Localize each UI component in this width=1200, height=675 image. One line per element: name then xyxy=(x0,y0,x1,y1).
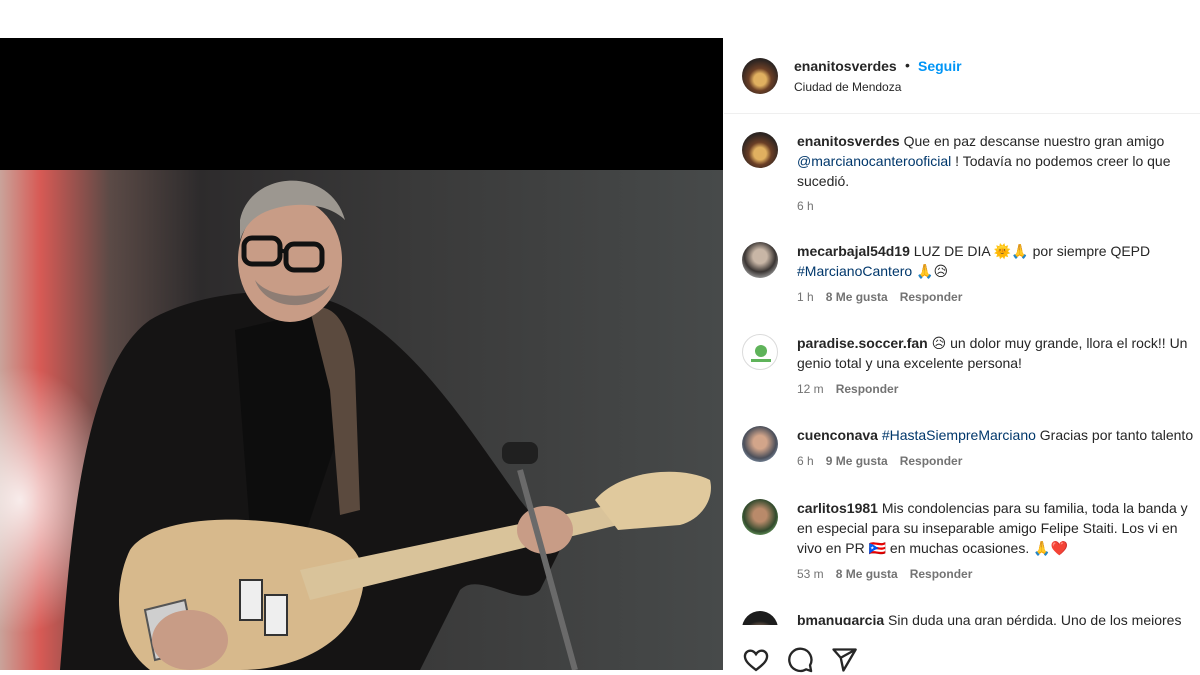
post-photo xyxy=(0,170,723,670)
post-media[interactable] xyxy=(0,38,723,670)
comment-text: LUZ DE DIA 🌞🙏 por siempre QEPD xyxy=(913,243,1151,259)
comment-text-3: vivo en PR 🇵🇷 en muchas ocasiones. 🙏❤️ xyxy=(797,540,1068,556)
author-avatar[interactable] xyxy=(742,58,778,94)
comment-line-1: bmanugarcia Sin duda una gran pérdida. U… xyxy=(797,610,1181,625)
comment-text-2: genio total y una excelente persona! xyxy=(797,355,1022,371)
author-username[interactable]: enanitosverdes xyxy=(794,58,897,74)
comment-line-2: #MarcianoCantero 🙏😥 xyxy=(797,261,948,281)
reply-button[interactable]: Responder xyxy=(836,382,899,396)
post-location[interactable]: Ciudad de Mendoza xyxy=(794,80,901,94)
comment-avatar[interactable] xyxy=(742,499,778,535)
reply-button[interactable]: Responder xyxy=(900,454,963,468)
soccer-logo-icon xyxy=(751,345,771,362)
comment-time: 53 m xyxy=(797,567,824,581)
comment-avatar[interactable] xyxy=(742,611,778,625)
comment-avatar[interactable] xyxy=(742,334,778,370)
comment-line-1: paradise.soccer.fan 😥 un dolor muy grand… xyxy=(797,333,1187,353)
comment-username[interactable]: carlitos1981 xyxy=(797,500,878,516)
comment-time: 1 h xyxy=(797,290,814,304)
comments-list[interactable]: enanitosverdes Que en paz descanse nuest… xyxy=(724,115,1200,625)
comment-line-1: carlitos1981 Mis condolencias para su fa… xyxy=(797,498,1188,518)
reply-button[interactable]: Responder xyxy=(910,567,973,581)
comment-text: 😥 un dolor muy grande, llora el rock!! U… xyxy=(931,335,1188,351)
comment-text-2: 🙏😥 xyxy=(916,263,949,279)
comment-avatar[interactable] xyxy=(742,242,778,278)
comment-username[interactable]: bmanugarcia xyxy=(797,612,884,625)
comment-likes[interactable]: 8 Me gusta xyxy=(836,567,898,581)
caption-line-2: @marcianocanterooficial ! Todavía no pod… xyxy=(797,151,1171,171)
caption-text-2: ! Todavía no podemos creer lo que xyxy=(955,153,1171,169)
caption-avatar[interactable] xyxy=(742,132,778,168)
comment-text: Sin duda una gran pérdida. Uno de los me… xyxy=(888,612,1182,625)
caption-text-1: Que en paz descanse nuestro gran amigo xyxy=(903,133,1165,149)
comment-meta: 1 h 8 Me gusta Responder xyxy=(797,290,962,304)
caption-username[interactable]: enanitosverdes xyxy=(797,133,900,149)
comment-username[interactable]: mecarbajal54d19 xyxy=(797,243,910,259)
caption-mention[interactable]: @marcianocanterooficial xyxy=(797,153,951,169)
comment-likes[interactable]: 9 Me gusta xyxy=(826,454,888,468)
post-header: enanitosverdes • Seguir Ciudad de Mendoz… xyxy=(724,38,1200,114)
caption-time: 6 h xyxy=(797,199,814,213)
post-side-panel: enanitosverdes • Seguir Ciudad de Mendoz… xyxy=(724,38,1200,675)
comment-icon[interactable] xyxy=(786,646,814,674)
share-icon[interactable] xyxy=(830,646,858,674)
comment-username[interactable]: paradise.soccer.fan xyxy=(797,335,928,351)
post-actions xyxy=(724,638,1200,675)
heart-icon[interactable] xyxy=(742,646,770,674)
comment-likes[interactable]: 8 Me gusta xyxy=(826,290,888,304)
comment-line-1: mecarbajal54d19 LUZ DE DIA 🌞🙏 por siempr… xyxy=(797,241,1150,261)
separator-dot: • xyxy=(905,57,910,73)
comment-time: 12 m xyxy=(797,382,824,396)
caption-text-3: sucedió. xyxy=(797,173,850,189)
comment-text-2: en especial para su inseparable amigo Fe… xyxy=(797,520,1178,536)
comment-text: Mis condolencias para su familia, toda l… xyxy=(881,500,1188,516)
comment-meta: 12 m Responder xyxy=(797,382,898,396)
comment-meta: 6 h 9 Me gusta Responder xyxy=(797,454,962,468)
comment-avatar[interactable] xyxy=(742,426,778,462)
comment-meta: 53 m 8 Me gusta Responder xyxy=(797,567,972,581)
comment-time: 6 h xyxy=(797,454,814,468)
follow-button[interactable]: Seguir xyxy=(918,58,962,74)
reply-button[interactable]: Responder xyxy=(900,290,963,304)
comment-hashtag[interactable]: #HastaSiempreMarciano xyxy=(882,427,1036,443)
comment-hashtag[interactable]: #MarcianoCantero xyxy=(797,263,912,279)
comment-line-1: cuenconava #HastaSiempreMarciano Gracias… xyxy=(797,425,1193,445)
caption-line-1: enanitosverdes Que en paz descanse nuest… xyxy=(797,131,1164,151)
comment-text: Gracias por tanto talento xyxy=(1039,427,1194,443)
comment-username[interactable]: cuenconava xyxy=(797,427,878,443)
